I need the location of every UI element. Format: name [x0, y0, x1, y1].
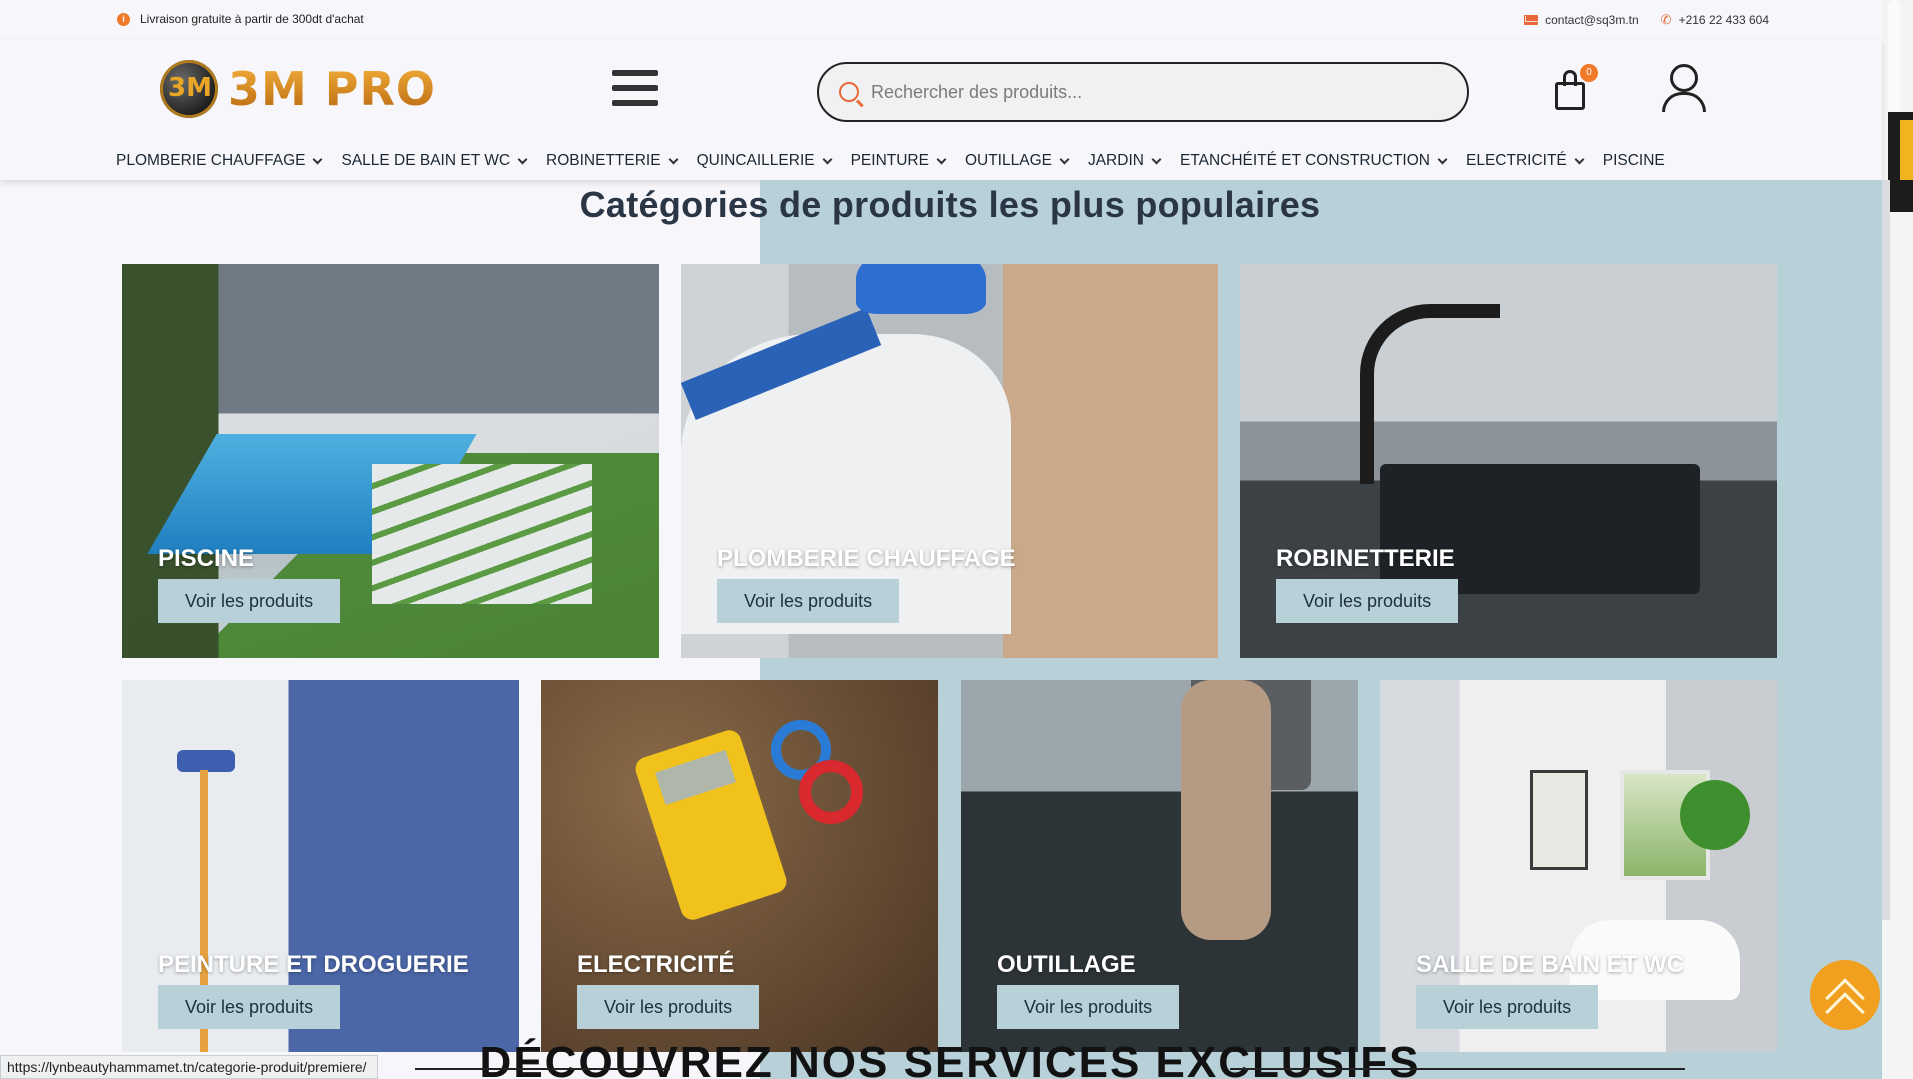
nav-item-peinture[interactable]: PEINTURE — [851, 152, 947, 170]
account-button[interactable] — [1660, 62, 1708, 112]
category-image — [177, 750, 235, 772]
category-card-electricite[interactable]: ELECTRICITÉ Voir les produits — [541, 680, 938, 1052]
phone-text: +216 22 433 604 — [1678, 13, 1769, 27]
main-nav: PLOMBERIE CHAUFFAGE SALLE DE BAIN ET WC … — [116, 152, 1665, 170]
shipping-note: Livraison gratuite à partir de 300dt d'a… — [140, 12, 364, 26]
chevron-down-icon — [936, 154, 947, 164]
chevron-down-icon — [1059, 154, 1070, 164]
category-card-salle-de-bain[interactable]: SALLE DE BAIN ET WC Voir les produits — [1380, 680, 1777, 1052]
chevron-down-icon — [1574, 154, 1585, 164]
category-image-detail — [1181, 680, 1271, 940]
category-image-detail — [1360, 304, 1500, 484]
divider — [1882, 180, 1890, 920]
status-bar-url: https://lynbeautyhammamet.tn/categorie-p… — [0, 1055, 378, 1079]
scroll-to-top-button[interactable] — [1810, 960, 1880, 1032]
nav-item-outillage[interactable]: OUTILLAGE — [965, 152, 1070, 170]
category-image-detail — [856, 264, 986, 314]
nav-item-plomberie-chauffage[interactable]: PLOMBERIE CHAUFFAGE — [116, 152, 323, 170]
category-image-detail — [1680, 780, 1750, 850]
search-icon — [839, 82, 859, 102]
nav-item-electricite[interactable]: ELECTRICITÉ — [1466, 152, 1585, 170]
view-products-button[interactable]: Voir les produits — [577, 985, 760, 1029]
chevron-down-icon — [517, 154, 528, 164]
logo[interactable]: 3M 3M PRO — [160, 60, 436, 118]
logo-text: 3M PRO — [228, 62, 437, 116]
category-image — [1530, 770, 1588, 870]
chevron-down-icon — [822, 154, 833, 164]
category-card-outillage[interactable]: OUTILLAGE Voir les produits — [961, 680, 1358, 1052]
nav-item-jardin[interactable]: JARDIN — [1088, 152, 1162, 170]
category-card-plomberie-chauffage[interactable]: PLOMBERIE CHAUFFAGE Voir les produits — [681, 264, 1218, 658]
chevron-down-icon — [313, 154, 323, 164]
menu-icon[interactable] — [612, 70, 658, 110]
chevron-down-icon — [668, 154, 679, 164]
view-products-button[interactable]: Voir les produits — [1416, 985, 1599, 1029]
logo-emblem: 3M — [160, 60, 218, 118]
chevron-down-icon — [1151, 154, 1162, 164]
info-icon: i — [117, 12, 130, 26]
section-title: Catégories de produits les plus populair… — [579, 184, 1321, 225]
category-title: OUTILLAGE — [997, 951, 1136, 978]
nav-item-quincaillerie[interactable]: QUINCAILLERIE — [697, 152, 833, 170]
category-image-detail — [799, 760, 863, 824]
category-title: SALLE DE BAIN ET WC — [1416, 951, 1684, 978]
view-products-button[interactable]: Voir les produits — [997, 985, 1180, 1029]
category-title: ROBINETTERIE — [1276, 545, 1455, 572]
nav-item-robinetterie[interactable]: ROBINETTERIE — [546, 152, 679, 170]
category-title: PISCINE — [158, 545, 255, 572]
cart-count-badge: 0 — [1580, 64, 1598, 82]
email-link[interactable]: contact@sq3m.tn — [1524, 13, 1639, 27]
view-products-button[interactable]: Voir les produits — [717, 579, 900, 623]
category-card-robinetterie[interactable]: ROBINETTERIE Voir les produits — [1240, 264, 1777, 658]
category-title: ELECTRICITÉ — [577, 951, 735, 978]
page: { "topbar": { "shipping_note": "Livraiso… — [0, 0, 1913, 1079]
search-input[interactable] — [871, 81, 1431, 103]
nav-item-salle-de-bain[interactable]: SALLE DE BAIN ET WC — [341, 152, 528, 170]
divider — [1230, 1068, 1685, 1070]
view-products-button[interactable]: Voir les produits — [158, 579, 341, 623]
nav-item-etancheite[interactable]: ETANCHÉITÉ ET CONSTRUCTION — [1180, 152, 1448, 170]
email-text: contact@sq3m.tn — [1545, 13, 1639, 27]
category-card-peinture-droguerie[interactable]: PEINTURE ET DROGUERIE Voir les produits — [122, 680, 519, 1052]
site-header: 3M 3M PRO 0 PLOMBERIE CHAUFFAGE SALLE DE… — [0, 40, 1882, 180]
top-bar: i Livraison gratuite à partir de 300dt d… — [0, 0, 1882, 40]
category-card-piscine[interactable]: PISCINE Voir les produits — [122, 264, 659, 658]
view-products-button[interactable]: Voir les produits — [158, 985, 341, 1029]
mail-icon — [1524, 15, 1539, 25]
category-title: PLOMBERIE CHAUFFAGE — [717, 545, 1016, 572]
user-icon-body — [1662, 92, 1706, 112]
view-products-button[interactable]: Voir les produits — [1276, 579, 1459, 623]
nav-item-piscine[interactable]: PISCINE — [1603, 152, 1665, 170]
divider — [415, 1068, 670, 1070]
phone-link[interactable]: ✆ +216 22 433 604 — [1661, 12, 1769, 28]
cart-button[interactable]: 0 — [1553, 64, 1598, 112]
user-icon — [1670, 64, 1698, 92]
phone-icon: ✆ — [1660, 12, 1672, 27]
chevron-down-icon — [1437, 154, 1448, 164]
category-image — [632, 727, 790, 923]
category-image-detail — [372, 464, 592, 604]
search-bar[interactable] — [817, 62, 1469, 122]
side-widget-accent — [1900, 120, 1913, 180]
category-title: PEINTURE ET DROGUERIE — [158, 951, 469, 978]
bag-icon — [1555, 82, 1585, 110]
